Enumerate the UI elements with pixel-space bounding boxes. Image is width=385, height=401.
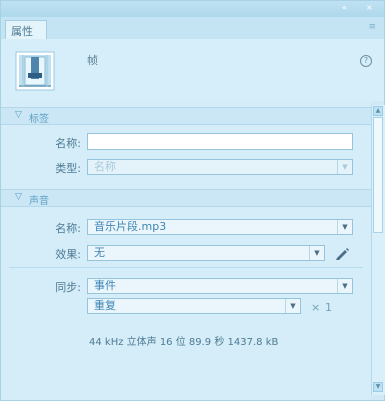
- sound-effect-select[interactable]: 无 ▼: [87, 245, 325, 261]
- repeat-count[interactable]: 1: [325, 301, 332, 314]
- label-section-title: 标签: [29, 114, 49, 125]
- sound-repeat-select[interactable]: 重复 ▼: [87, 298, 301, 314]
- help-icon[interactable]: ?: [360, 55, 372, 67]
- label-type-value: 名称: [94, 160, 116, 173]
- vertical-scrollbar[interactable]: ▲ ▼: [371, 105, 385, 395]
- panel-titlebar: « ×: [1, 1, 384, 17]
- scroll-up-icon[interactable]: ▲: [373, 106, 383, 116]
- properties-panel: « × 属性 ≡ 帧 ? ▲ ▼ ▽ 标签 名称: 类型: 名称 ▼ ▽ 声音 …: [0, 0, 385, 401]
- sound-section-header[interactable]: ▽ 声音: [1, 189, 371, 207]
- label-name-label: 名称:: [55, 137, 81, 150]
- symbol-type-label: 帧: [87, 54, 98, 67]
- sound-name-value: 音乐片段.mp3: [94, 220, 167, 233]
- scroll-down-icon[interactable]: ▼: [373, 382, 383, 392]
- sound-name-select[interactable]: 音乐片段.mp3 ▼: [87, 219, 353, 235]
- repeat-count-prefix: ×: [311, 301, 321, 314]
- sound-effect-value: 无: [94, 246, 105, 259]
- sound-section-title: 声音: [29, 196, 49, 207]
- divider: [9, 267, 363, 268]
- tab-properties[interactable]: 属性: [5, 20, 47, 39]
- scroll-thumb[interactable]: [373, 117, 383, 233]
- chevron-down-icon: ▼: [337, 160, 352, 174]
- label-type-label: 类型:: [55, 162, 81, 175]
- chevron-down-icon: ▼: [337, 279, 352, 293]
- button-symbol-icon: [15, 51, 55, 91]
- label-section-header[interactable]: ▽ 标签: [1, 107, 371, 125]
- label-type-select[interactable]: 名称 ▼: [87, 159, 353, 175]
- sound-name-label: 名称:: [55, 222, 81, 235]
- collapse-triangle-icon[interactable]: ▽: [15, 192, 22, 202]
- chevron-down-icon: ▼: [309, 246, 324, 260]
- sound-info-text: 44 kHz 立体声 16 位 89.9 秒 1437.8 kB: [89, 337, 279, 348]
- panel-menu-icon[interactable]: ≡: [368, 22, 376, 32]
- tab-bar: 属性 ≡: [1, 17, 384, 40]
- close-panel-button[interactable]: ×: [366, 3, 374, 12]
- sound-effect-label: 效果:: [55, 248, 81, 261]
- label-name-input[interactable]: [87, 133, 353, 150]
- sound-sync-select[interactable]: 事件 ▼: [87, 278, 353, 294]
- collapse-panel-button[interactable]: «: [342, 3, 348, 12]
- chevron-down-icon: ▼: [337, 220, 352, 234]
- sound-repeat-value: 重复: [94, 299, 116, 312]
- collapse-triangle-icon[interactable]: ▽: [15, 110, 22, 120]
- symbol-header: 帧 ?: [1, 39, 384, 101]
- sound-sync-value: 事件: [94, 279, 116, 292]
- sound-sync-label: 同步:: [55, 281, 81, 294]
- chevron-down-icon: ▼: [285, 299, 300, 313]
- pencil-icon[interactable]: [334, 245, 350, 261]
